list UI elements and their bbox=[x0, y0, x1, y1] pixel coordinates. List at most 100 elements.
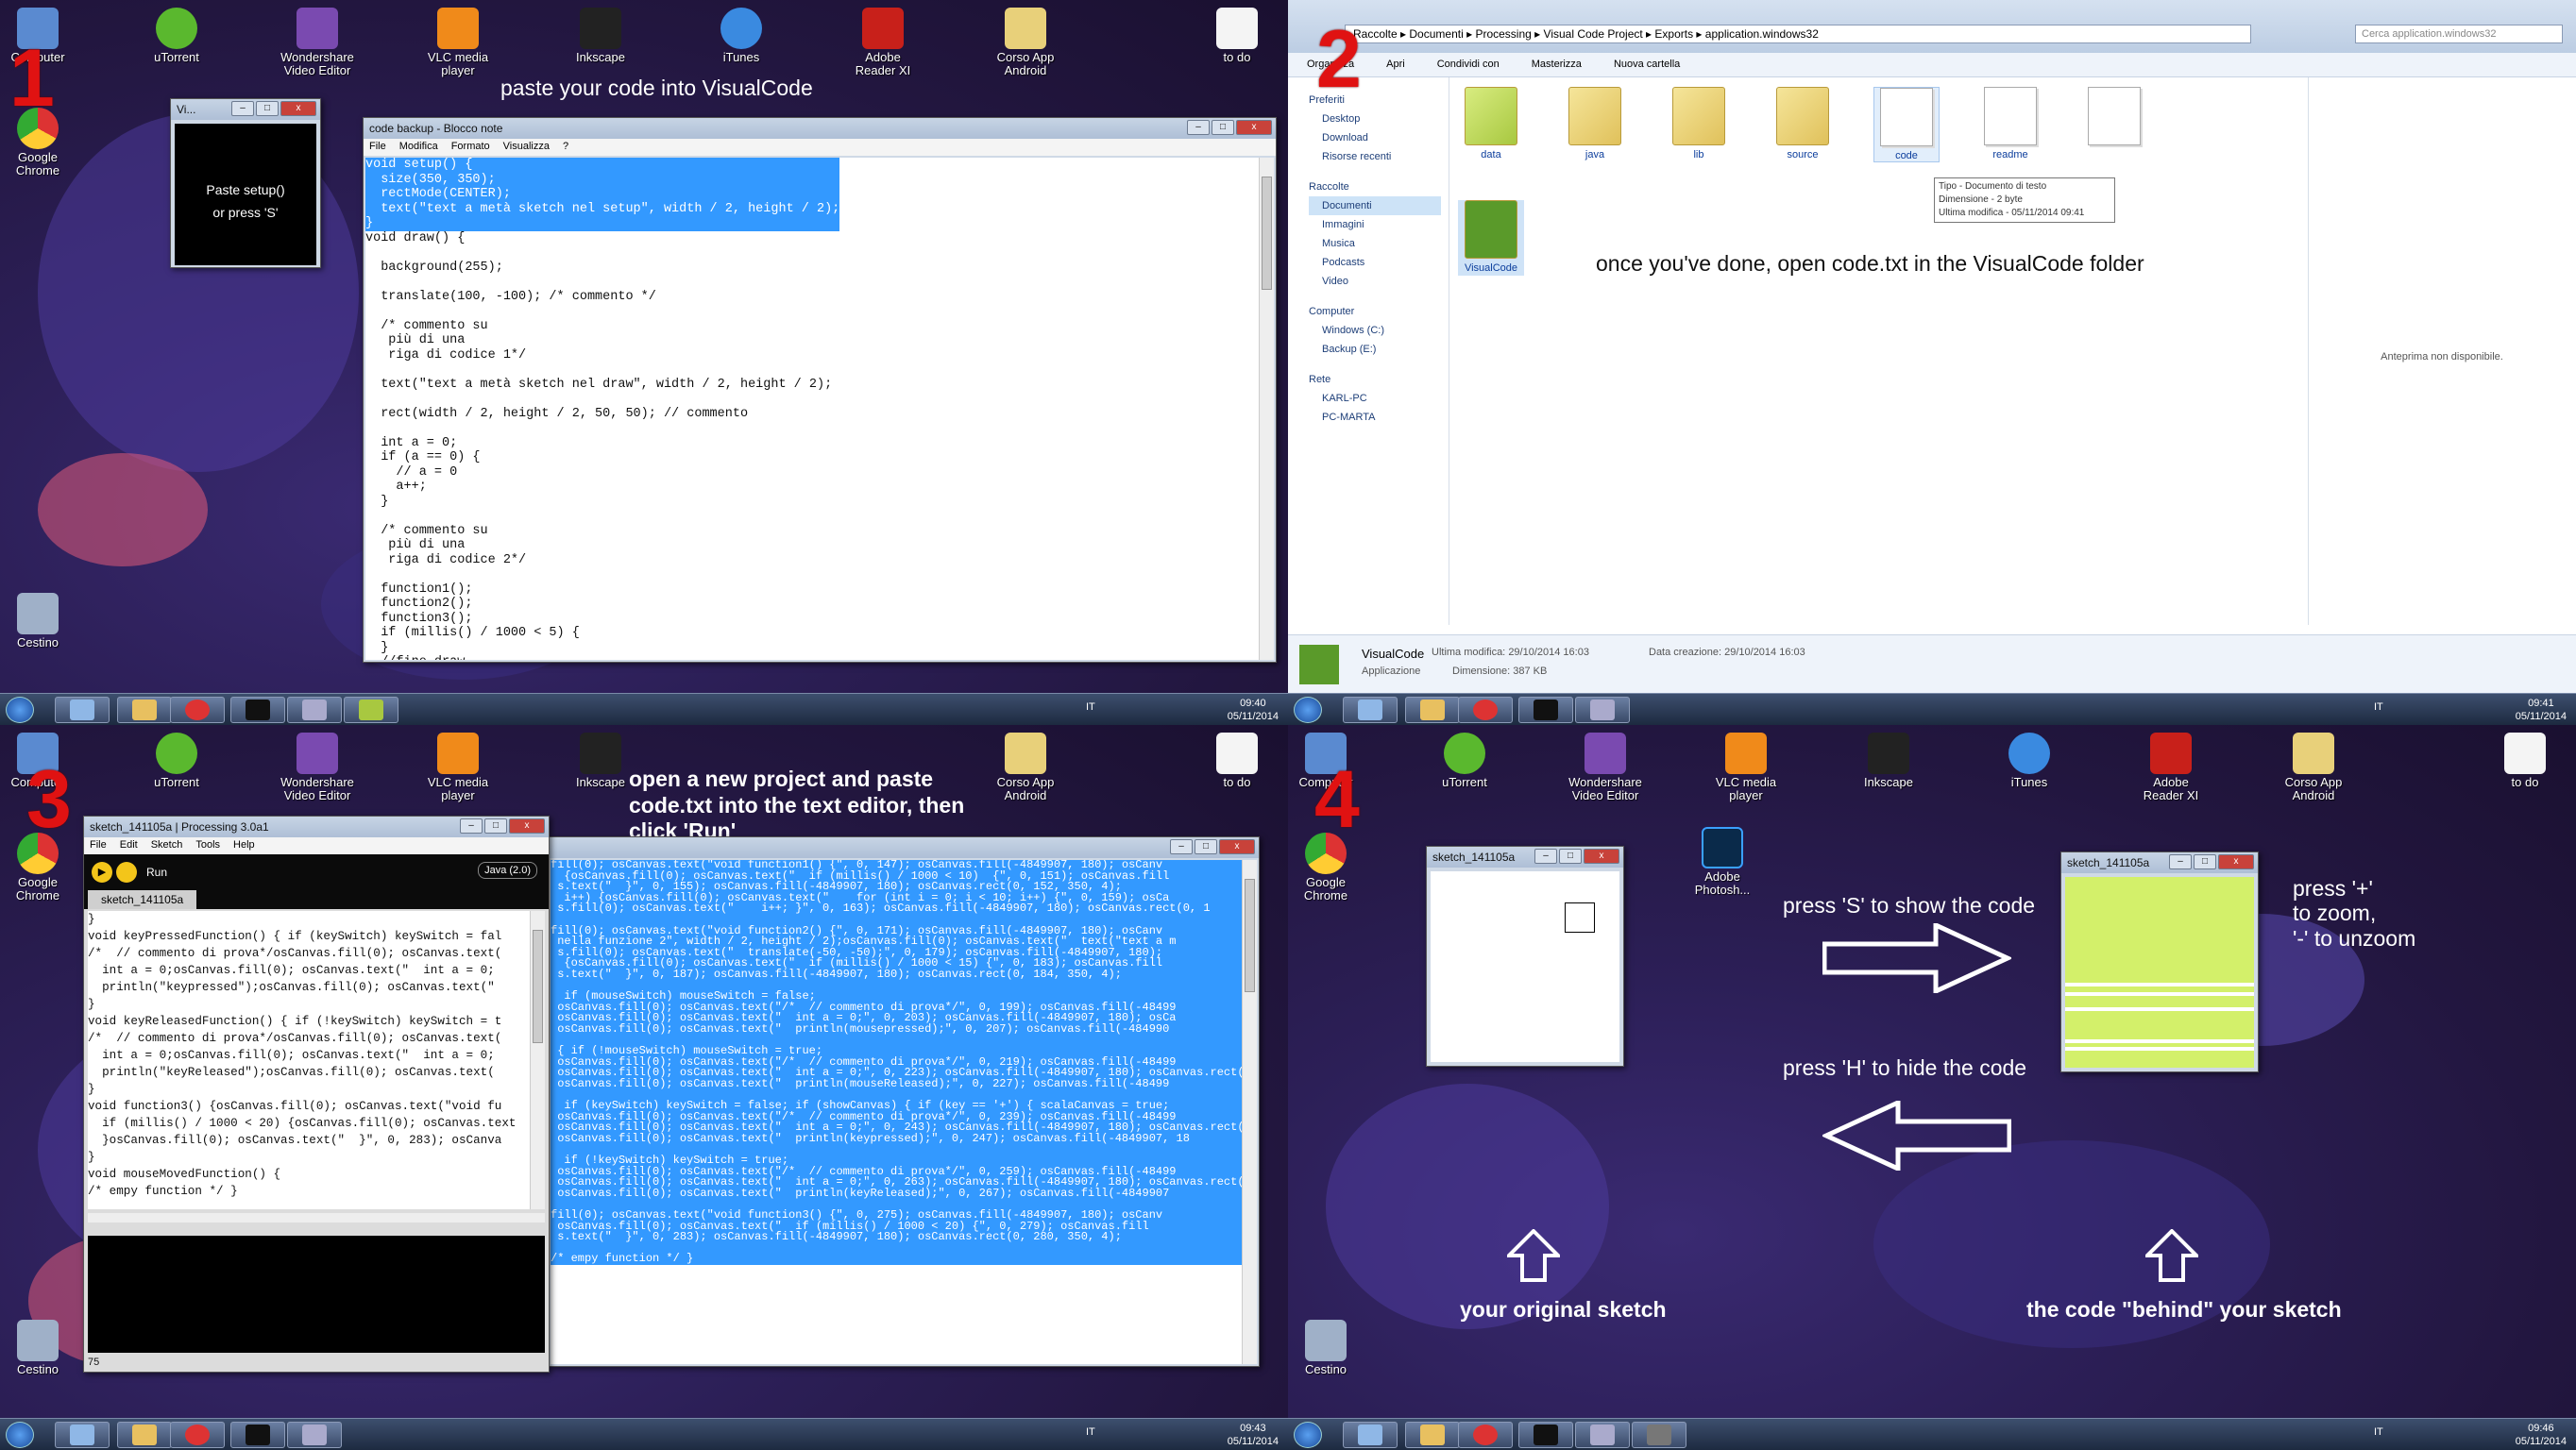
clock[interactable]: 09:41 05/11/2014 bbox=[2516, 698, 2567, 724]
taskbar-sketch[interactable] bbox=[1632, 1422, 1686, 1448]
close-button[interactable]: x bbox=[509, 818, 545, 834]
sketch-canvas[interactable]: Paste setup() or press 'S' bbox=[175, 124, 316, 265]
minimize-button[interactable]: – bbox=[1170, 839, 1193, 854]
taskbar-processing[interactable] bbox=[230, 1422, 285, 1448]
minimize-button[interactable]: – bbox=[1534, 849, 1557, 864]
text-editor[interactable]: void setup() { size(350, 350); rectMode(… bbox=[365, 158, 1274, 660]
toolbar-nuova-cartella[interactable]: Nuova cartella bbox=[1614, 59, 1680, 71]
sketch-window-original[interactable]: sketch_141105a – □ x bbox=[1426, 846, 1624, 1067]
nav-computer[interactable]: Computer bbox=[1309, 302, 1441, 321]
nav-drive-c[interactable]: Windows (C:) bbox=[1309, 321, 1441, 340]
window-titlebar[interactable]: code backup - Blocco note – □ x bbox=[364, 118, 1276, 139]
folder-data[interactable]: data bbox=[1458, 87, 1524, 162]
scrollbar[interactable] bbox=[1242, 860, 1257, 1364]
minimize-button[interactable]: – bbox=[460, 818, 483, 834]
desktop-icon-todo[interactable]: to do bbox=[2487, 733, 2563, 789]
scrollbar[interactable] bbox=[1259, 158, 1274, 660]
taskbar-files[interactable] bbox=[117, 1422, 172, 1448]
scrollbar[interactable] bbox=[530, 911, 545, 1209]
desktop-icon-todo[interactable]: to do bbox=[1199, 733, 1275, 789]
tab-sketch[interactable]: sketch_141105a bbox=[88, 890, 197, 909]
console[interactable] bbox=[88, 1236, 545, 1353]
language-indicator[interactable]: IT bbox=[2374, 701, 2383, 713]
stop-button[interactable] bbox=[116, 862, 137, 883]
maximize-button[interactable]: □ bbox=[1195, 839, 1217, 854]
toolbar-condividi[interactable]: Condividi con bbox=[1437, 59, 1500, 71]
nav-immagini[interactable]: Immagini bbox=[1309, 215, 1441, 234]
desktop-icon-cestino[interactable]: Cestino bbox=[0, 593, 76, 649]
menu-sketch[interactable]: Sketch bbox=[151, 839, 183, 852]
start-button[interactable] bbox=[1294, 697, 1322, 723]
close-button[interactable]: x bbox=[280, 101, 316, 116]
desktop-icon-photoshop[interactable]: Adobe Photosh... bbox=[1685, 827, 1760, 898]
maximize-button[interactable]: □ bbox=[2194, 854, 2216, 869]
desktop-icon-cestino[interactable]: Cestino bbox=[0, 1320, 76, 1376]
desktop-icon-itunes[interactable]: iTunes bbox=[703, 8, 779, 64]
desktop-icon-wondershare[interactable]: Wondershare Video Editor bbox=[280, 8, 355, 78]
taskbar-files[interactable] bbox=[1405, 697, 1460, 723]
nav-karl-pc[interactable]: KARL-PC bbox=[1309, 389, 1441, 408]
window-titlebar[interactable]: sketch_141105a – □ x bbox=[2061, 852, 2258, 873]
text-editor[interactable]: fill(0); osCanvas.text("void function1()… bbox=[551, 860, 1257, 1364]
maximize-button[interactable]: □ bbox=[1212, 120, 1234, 135]
run-button[interactable]: ▶ bbox=[92, 862, 112, 883]
menu-modifica[interactable]: Modifica bbox=[399, 141, 438, 154]
desktop-icon-adobe[interactable]: Adobe Reader XI bbox=[2133, 733, 2209, 803]
visualcode-window[interactable]: Vi... – □ x Paste setup() or press 'S' bbox=[170, 98, 321, 268]
desktop-icon-inkscape[interactable]: Inkscape bbox=[563, 733, 638, 789]
minimize-button[interactable]: – bbox=[2169, 854, 2192, 869]
menu-help[interactable]: ? bbox=[563, 141, 568, 154]
nav-video[interactable]: Video bbox=[1309, 272, 1441, 291]
start-button[interactable] bbox=[6, 1422, 34, 1448]
taskbar-paint[interactable] bbox=[287, 697, 342, 723]
desktop-icon-wondershare[interactable]: Wondershare Video Editor bbox=[1568, 733, 1643, 803]
language-indicator[interactable]: IT bbox=[1086, 701, 1095, 713]
nav-raccolte[interactable]: Raccolte bbox=[1309, 177, 1441, 196]
nav-desktop[interactable]: Desktop bbox=[1309, 110, 1441, 128]
desktop-icon-wondershare[interactable]: Wondershare Video Editor bbox=[280, 733, 355, 803]
notepad-window[interactable]: code backup - Blocco note – □ x File Modif… bbox=[363, 117, 1277, 663]
taskbar-explorer[interactable] bbox=[55, 1422, 110, 1448]
close-button[interactable]: x bbox=[2218, 854, 2254, 869]
desktop-icon-inkscape[interactable]: Inkscape bbox=[1851, 733, 1926, 789]
nav-documenti[interactable]: Documenti bbox=[1309, 196, 1441, 215]
language-indicator[interactable]: IT bbox=[2374, 1426, 2383, 1438]
start-button[interactable] bbox=[6, 697, 34, 723]
menu-help[interactable]: Help bbox=[233, 839, 255, 852]
folder-source[interactable]: source bbox=[1770, 87, 1836, 162]
menu-edit[interactable]: Edit bbox=[120, 839, 138, 852]
file-code-txt[interactable]: code bbox=[1873, 87, 1940, 162]
nav-recent[interactable]: Risorse recenti bbox=[1309, 147, 1441, 166]
language-indicator[interactable]: IT bbox=[1086, 1426, 1095, 1438]
nav-pc-marta[interactable]: PC-MARTA bbox=[1309, 408, 1441, 427]
address-bar[interactable]: Raccolte ▸ Documenti ▸ Processing ▸ Visu… bbox=[1345, 25, 2251, 43]
nav-rete[interactable]: Rete bbox=[1309, 370, 1441, 389]
close-button[interactable]: x bbox=[1236, 120, 1272, 135]
taskbar-explorer[interactable] bbox=[1343, 1422, 1398, 1448]
folder-java[interactable]: java bbox=[1562, 87, 1628, 162]
window-titlebar[interactable]: Vi... – □ x bbox=[171, 99, 320, 120]
maximize-button[interactable]: □ bbox=[484, 818, 507, 834]
taskbar-processing[interactable] bbox=[230, 697, 285, 723]
clock[interactable]: 09:46 05/11/2014 bbox=[2516, 1423, 2567, 1449]
desktop-icon-cestino[interactable]: Cestino bbox=[1288, 1320, 1364, 1376]
desktop-icon-inkscape[interactable]: Inkscape bbox=[563, 8, 638, 64]
desktop-icon-corso[interactable]: Corso App Android bbox=[988, 8, 1063, 78]
code-editor[interactable]: } void keyPressedFunction() { if (keySwi… bbox=[88, 911, 545, 1209]
desktop-icon-corso[interactable]: Corso App Android bbox=[988, 733, 1063, 803]
taskbar-explorer[interactable] bbox=[1343, 697, 1398, 723]
menu-tools[interactable]: Tools bbox=[195, 839, 220, 852]
desktop-icon-vlc[interactable]: VLC media player bbox=[420, 733, 496, 803]
nav-musica[interactable]: Musica bbox=[1309, 234, 1441, 253]
toolbar-apri[interactable]: Apri bbox=[1386, 59, 1405, 71]
taskbar-paint[interactable] bbox=[287, 1422, 342, 1448]
menu-file[interactable]: File bbox=[90, 839, 107, 852]
file-generic[interactable] bbox=[2081, 87, 2147, 162]
taskbar-processing[interactable] bbox=[1518, 697, 1573, 723]
clock[interactable]: 09:43 05/11/2014 bbox=[1228, 1423, 1279, 1449]
folder-lib[interactable]: lib bbox=[1666, 87, 1732, 162]
processing-window[interactable]: sketch_141105a | Processing 3.0a1 – □ x Fi… bbox=[83, 816, 550, 1373]
desktop-icon-todo[interactable]: to do bbox=[1199, 8, 1275, 64]
taskbar-chrome[interactable] bbox=[1458, 1422, 1513, 1448]
minimize-button[interactable]: – bbox=[231, 101, 254, 116]
